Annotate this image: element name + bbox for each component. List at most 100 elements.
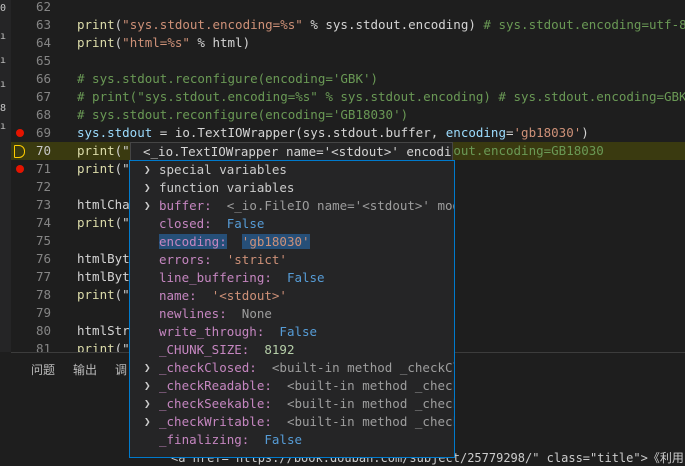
variable-name: _checkWritable:: [159, 414, 272, 429]
variable-value: 'strict': [226, 252, 287, 267]
code-text: print(": [77, 341, 130, 352]
code-text: htmlStr: [77, 323, 130, 338]
variable-value: <built-in method _checkSee…: [286, 396, 454, 411]
code-text: htmlByt: [77, 251, 130, 266]
sidebar-fragment: ı: [0, 121, 7, 132]
variable-row[interactable]: write_through: False: [130, 323, 454, 341]
chevron-right-icon[interactable]: ❯: [144, 359, 151, 377]
sidebar-fragment: ı: [0, 79, 7, 90]
variable-name: _finalizing:: [159, 432, 250, 447]
variable-name: _checkSeekable:: [159, 396, 272, 411]
variable-row[interactable]: line_buffering: False: [130, 269, 454, 287]
variable-row[interactable]: ❯ _checkClosed: <built-in method _checkCl…: [130, 359, 454, 377]
code-line[interactable]: 63 print("sys.stdout.encoding=%s" % sys.s…: [11, 16, 685, 34]
variable-value: <built-in method _checkClose…: [271, 360, 454, 375]
variable-value: False: [264, 432, 303, 447]
variable-row[interactable]: ❯ _checkSeekable: <built-in method _check…: [130, 395, 454, 413]
tab-output[interactable]: 输出: [73, 361, 97, 378]
line-number: 73: [35, 197, 51, 212]
code-text: print("html=%s" % html): [77, 35, 251, 50]
chevron-right-icon[interactable]: ❯: [144, 197, 151, 215]
line-number: 75: [35, 233, 51, 248]
chevron-right-icon[interactable]: ❯: [144, 179, 151, 197]
chevron-right-icon[interactable]: ❯: [144, 395, 151, 413]
variable-value: <built-in method _checkRea…: [286, 378, 454, 393]
tab-problems[interactable]: 问题: [31, 361, 55, 378]
sidebar-fragment: 8: [0, 103, 7, 114]
line-number: 79: [35, 305, 51, 320]
variable-row[interactable]: newlines: None: [130, 305, 454, 323]
variable-name: encoding:: [159, 234, 227, 249]
variable-name: function variables: [159, 180, 295, 195]
code-text: # sys.stdout.reconfigure(encoding='GB180…: [77, 107, 409, 122]
variable-value: False: [279, 324, 318, 339]
variable-row[interactable]: ❯ buffer: <_io.FileIO name='<stdout>' mod…: [130, 197, 454, 215]
line-number: 68: [35, 107, 51, 122]
variable-name: closed:: [159, 216, 212, 231]
code-text: htmlByt: [77, 269, 130, 284]
line-number: 71: [35, 161, 51, 176]
line-number: 63: [35, 17, 51, 32]
line-number: 77: [35, 269, 51, 284]
code-line[interactable]: 64 print("html=%s" % html): [11, 34, 685, 52]
line-number: 70: [35, 143, 51, 158]
variable-row[interactable]: closed: False: [130, 215, 454, 233]
variable-value: '<stdout>': [211, 288, 287, 303]
code-line[interactable]: 67 # print("sys.stdout.encoding=%s" % sys…: [11, 88, 685, 106]
variable-row[interactable]: ❯ function variables: [130, 179, 454, 197]
code-text: # sys.stdout.reconfigure(encoding='GBK'): [77, 71, 379, 86]
variable-value: <_io.FileIO name='<stdout>' mode='…: [226, 198, 454, 213]
tab-debug-console[interactable]: 调: [115, 361, 127, 378]
code-line[interactable]: 69 sys.stdout = io.TextIOWrapper(sys.stdo…: [11, 124, 685, 142]
variable-value: 'gb18030': [241, 234, 310, 249]
line-number: 67: [35, 89, 51, 104]
code-text: print(": [77, 215, 130, 230]
variable-value: 8192: [264, 342, 295, 357]
variable-name: buffer:: [159, 198, 212, 213]
code-line[interactable]: 66 # sys.stdout.reconfigure(encoding='GBK…: [11, 70, 685, 88]
chevron-right-icon[interactable]: ❯: [144, 377, 151, 395]
variable-value: False: [226, 216, 265, 231]
line-number: 72: [35, 179, 51, 194]
chevron-right-icon[interactable]: ❯: [144, 161, 151, 179]
variable-value: None: [241, 306, 272, 321]
line-number: 65: [35, 53, 51, 68]
variable-hover-popup: ❯ special variables ❯ function variables ❯ bu…: [129, 160, 455, 458]
code-text: print("sys.stdout.encoding=%s" % sys.std…: [77, 17, 685, 32]
variable-name: line_buffering:: [159, 270, 272, 285]
variable-name: _CHUNK_SIZE:: [159, 342, 250, 357]
code-line[interactable]: 68 # sys.stdout.reconfigure(encoding='GB1…: [11, 106, 685, 124]
variable-row[interactable]: errors: 'strict': [130, 251, 454, 269]
variable-row[interactable]: ❯ _checkWritable: <built-in method _check…: [130, 413, 454, 431]
chevron-right-icon[interactable]: ❯: [144, 413, 151, 431]
code-text: print(": [77, 287, 130, 302]
variable-row[interactable]: encoding: 'gb18030': [130, 233, 454, 251]
line-number: 66: [35, 71, 51, 86]
line-number: 62: [35, 0, 51, 14]
line-number: 80: [35, 323, 51, 338]
line-number: 64: [35, 35, 51, 50]
variable-name: errors:: [159, 252, 212, 267]
code-text: # print("sys.stdout.encoding=%s" % sys.s…: [77, 89, 685, 104]
code-text: htmlCha: [77, 197, 130, 212]
variable-name: _checkReadable:: [159, 378, 272, 393]
line-number: 76: [35, 251, 51, 266]
code-line[interactable]: 65: [11, 52, 685, 70]
line-number: 74: [35, 215, 51, 230]
line-number: 81: [35, 341, 51, 352]
variable-name: write_through:: [159, 324, 265, 339]
variable-row[interactable]: ❯ special variables: [130, 161, 454, 179]
sidebar-fragment: 0: [0, 3, 7, 14]
sidebar-fragment: ı: [0, 31, 7, 42]
hover-header: <_io.TextIOWrapper name='<stdout>' encod…: [130, 142, 453, 160]
variable-row[interactable]: name: '<stdout>': [130, 287, 454, 305]
variable-row[interactable]: _finalizing: False: [130, 431, 454, 449]
line-number: 78: [35, 287, 51, 302]
variable-row[interactable]: ❯ _checkReadable: <built-in method _check…: [130, 377, 454, 395]
code-text: sys.stdout = io.TextIOWrapper(sys.stdout…: [77, 125, 589, 140]
code-line[interactable]: 62: [11, 0, 685, 16]
activity-strip: 0 ı ı ı 8 ı: [0, 0, 11, 352]
code-text: print(": [77, 161, 130, 176]
variable-row[interactable]: _CHUNK_SIZE: 8192: [130, 341, 454, 359]
variable-value: <built-in method _checkWri…: [286, 414, 454, 429]
